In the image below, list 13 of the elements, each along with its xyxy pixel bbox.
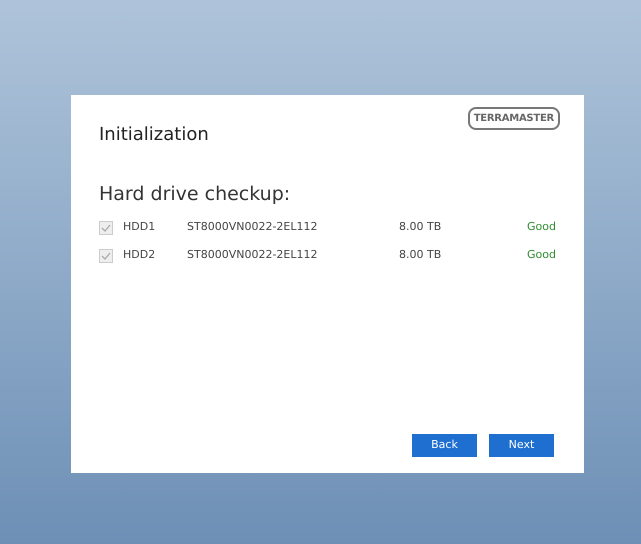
drive-capacity: 8.00 TB — [399, 247, 442, 264]
drive-model: ST8000VN0022-2EL112 — [187, 219, 318, 236]
drive-model: ST8000VN0022-2EL112 — [187, 247, 318, 264]
section-heading: Hard drive checkup: — [99, 182, 292, 207]
drive-status: Good — [526, 247, 556, 264]
drive-status: Good — [526, 219, 556, 236]
brand-logo: TERRAMASTER — [468, 107, 560, 130]
wizard-button[interactable]: Back — [412, 434, 477, 457]
drive-name: HDD1 — [123, 219, 156, 236]
drive-name: HDD2 — [123, 247, 156, 264]
dialog-title: Initialization — [99, 123, 209, 147]
wizard-button[interactable]: Next — [489, 434, 554, 457]
drive-capacity: 8.00 TB — [399, 219, 442, 236]
